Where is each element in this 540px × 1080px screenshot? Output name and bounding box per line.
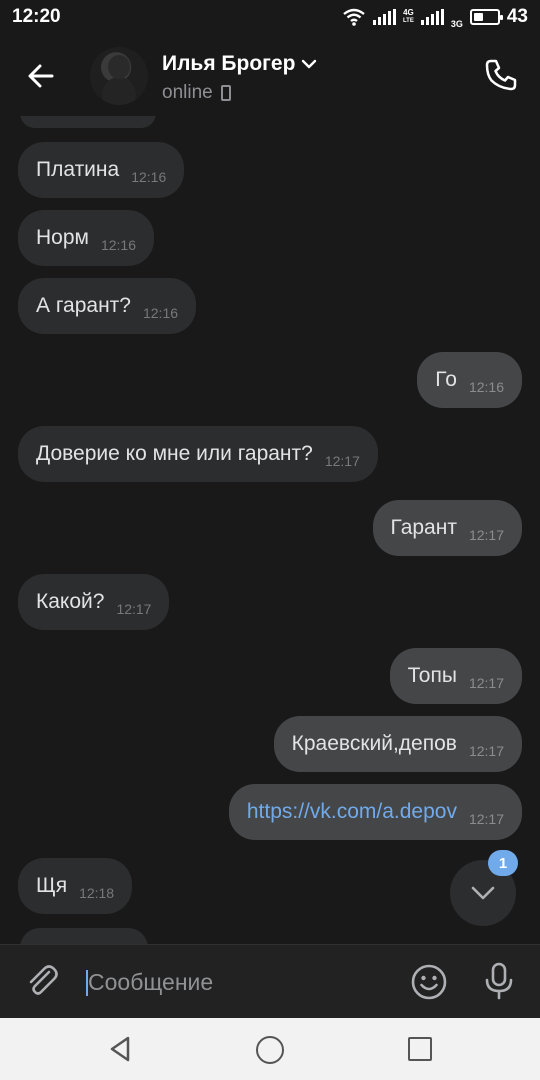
message-time: 12:16: [468, 379, 504, 395]
arrow-left-icon[interactable]: [22, 56, 62, 96]
phone-icon[interactable]: [482, 56, 520, 94]
message-text: Норм: [36, 226, 89, 249]
signal-strength-icon-2: [420, 9, 444, 25]
message-time: 12:18: [79, 885, 115, 901]
message-bubble-incoming[interactable]: Какой? 12:17: [18, 574, 170, 630]
battery-icon: [469, 9, 503, 25]
unread-count-badge: 1: [488, 850, 518, 876]
message-time: 12:17: [116, 601, 152, 617]
chevron-down-icon: [302, 59, 317, 69]
message-time: 12:17: [468, 675, 504, 691]
message-link[interactable]: https://vk.com/a.depov: [247, 800, 457, 824]
presence-row: online: [162, 82, 231, 104]
message-text: Гарант: [390, 516, 457, 539]
contact-name: Илья Брогер: [162, 52, 296, 75]
chevron-down-icon: [471, 886, 495, 900]
message-text: Доверие ко мне или гарант?: [36, 442, 313, 465]
message-bubble-incoming[interactable]: Щя 12:18: [18, 858, 133, 914]
message-text: Го: [435, 368, 457, 391]
message-bubble-partial: [20, 928, 148, 944]
message-list[interactable]: Платина 12:16 Норм 12:16 А гарант? 12:16…: [0, 116, 540, 944]
nav-recents-icon[interactable]: [408, 1037, 432, 1061]
presence-status: online: [162, 82, 213, 103]
mobile-icon: [220, 85, 231, 101]
message-text: Топы: [407, 664, 457, 687]
message-bubble-partial: [20, 116, 156, 128]
message-text: Щя: [36, 874, 68, 897]
message-time: 12:17: [468, 811, 504, 827]
wifi-icon: [343, 8, 365, 26]
avatar[interactable]: [90, 47, 148, 105]
message-time: 12:16: [100, 237, 137, 253]
message-text: Платина: [36, 158, 120, 181]
nav-back-icon[interactable]: [106, 1034, 136, 1064]
message-time: 12:17: [468, 743, 504, 759]
message-time: 12:16: [131, 169, 167, 185]
message-text: Какой?: [36, 590, 105, 613]
contact-name-row[interactable]: Илья Брогер: [162, 52, 317, 76]
message-bubble-incoming[interactable]: Норм 12:16: [18, 210, 155, 266]
message-text: А гарант?: [36, 294, 131, 317]
battery-percent: 43: [506, 6, 528, 27]
message-bubble-incoming[interactable]: А гарант? 12:16: [18, 278, 197, 334]
message-composer: [0, 944, 540, 1018]
status-bar: 12:20 4G LTE 3G 43: [0, 0, 540, 34]
message-bubble-outgoing[interactable]: https://vk.com/a.depov 12:17: [228, 784, 522, 840]
clock: 12:20: [12, 6, 61, 27]
microphone-icon[interactable]: [482, 961, 516, 1001]
network-type-label: 4G LTE: [402, 8, 414, 25]
system-navigation-bar: [0, 1018, 540, 1080]
signal-strength-icon: [372, 9, 396, 25]
message-bubble-outgoing[interactable]: Го 12:16: [417, 352, 522, 408]
message-bubble-incoming[interactable]: Платина 12:16: [18, 142, 185, 198]
message-time: 12:17: [324, 453, 360, 469]
message-text: Краевский,депов: [291, 732, 457, 755]
paperclip-icon[interactable]: [22, 961, 62, 1001]
message-input[interactable]: [88, 963, 388, 1001]
network-type-label-2: 3G: [450, 19, 463, 29]
message-bubble-outgoing[interactable]: Гарант 12:17: [372, 500, 522, 556]
nav-home-icon[interactable]: [256, 1036, 284, 1064]
smile-icon[interactable]: [410, 963, 448, 1001]
message-time: 12:17: [468, 527, 504, 543]
chat-header: Илья Брогер online: [0, 34, 540, 116]
message-time: 12:16: [142, 305, 179, 321]
status-icons: 4G LTE 3G 43: [342, 6, 528, 29]
message-bubble-outgoing[interactable]: Топы 12:17: [389, 648, 522, 704]
message-bubble-incoming[interactable]: Доверие ко мне или гарант? 12:17: [18, 426, 378, 482]
message-bubble-outgoing[interactable]: Краевский,депов 12:17: [273, 716, 522, 772]
